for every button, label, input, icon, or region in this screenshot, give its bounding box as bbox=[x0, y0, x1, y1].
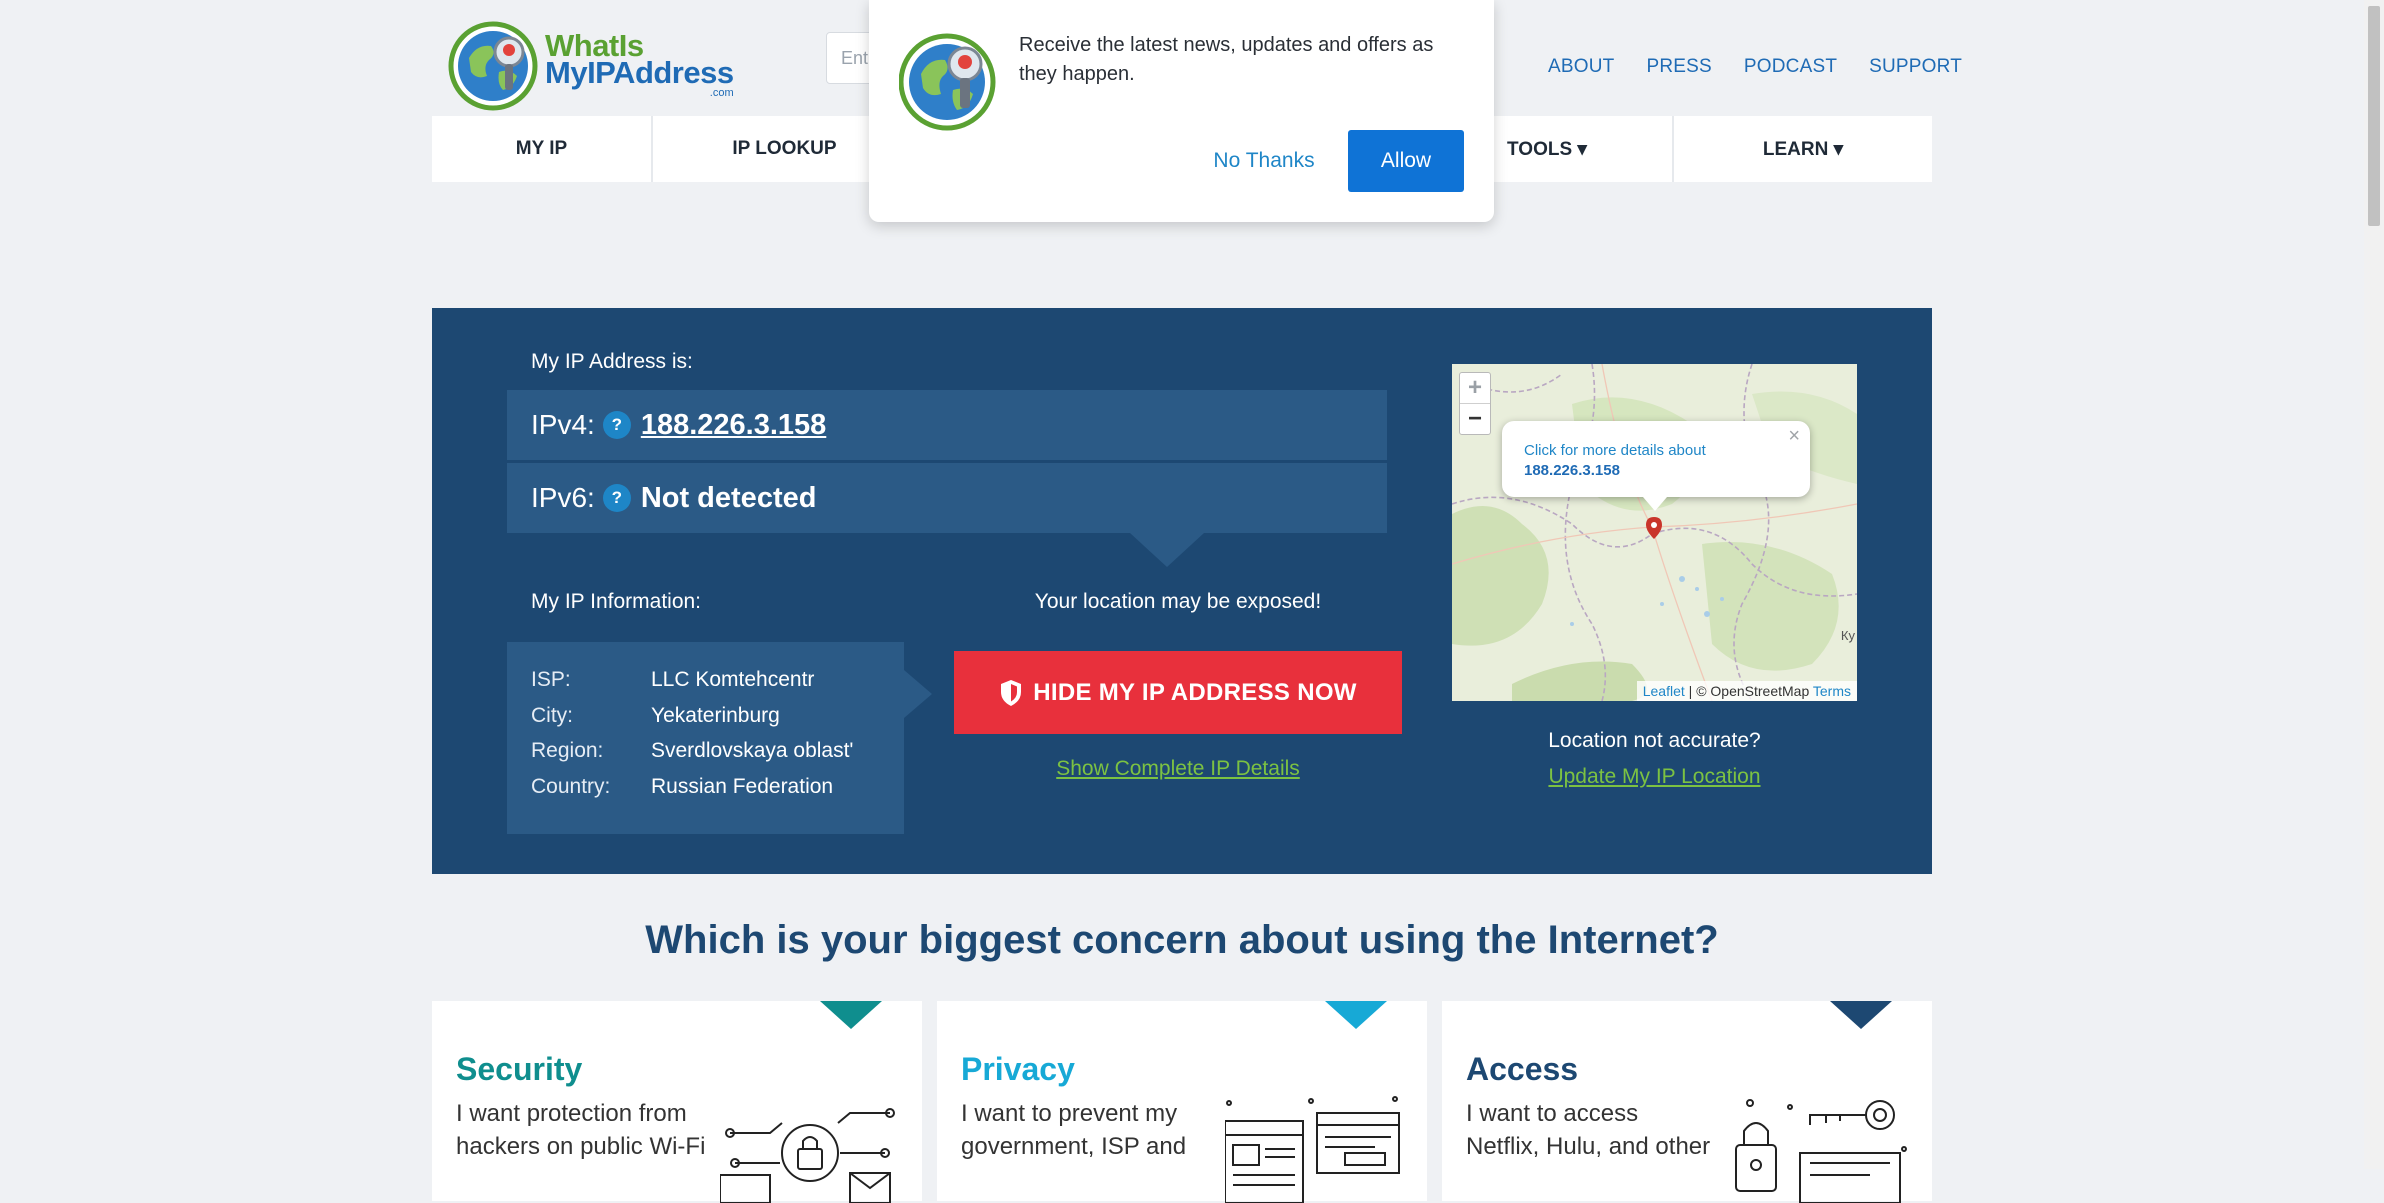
info-key: City: bbox=[531, 703, 573, 727]
ipv6-row: IPv6: ? Not detected bbox=[507, 463, 1387, 533]
nav-learn[interactable]: LEARN ▾ bbox=[1674, 116, 1932, 182]
globe-logo-icon bbox=[899, 33, 996, 131]
card-description: I want protection from hackers on public… bbox=[456, 1100, 706, 1160]
map-marker-icon[interactable] bbox=[1646, 517, 1662, 539]
about-link[interactable]: ABOUT bbox=[1548, 56, 1614, 78]
card-title: Security bbox=[456, 1051, 583, 1087]
ipv4-label: IPv4: bbox=[531, 409, 595, 440]
nav-my-ip[interactable]: MY IP bbox=[432, 116, 653, 182]
info-key: ISP: bbox=[531, 668, 571, 691]
exposed-warning: Your location may be exposed! bbox=[1034, 590, 1322, 613]
zoom-out-button[interactable]: − bbox=[1460, 404, 1490, 434]
card-flag bbox=[1325, 1001, 1387, 1029]
show-complete-details-link[interactable]: Show Complete IP Details bbox=[954, 757, 1402, 781]
notification-message: Receive the latest news, updates and off… bbox=[1019, 34, 1434, 85]
info-value: Yekaterinburg bbox=[651, 703, 780, 727]
access-card[interactable]: Access I want to access Netflix, Hulu, a… bbox=[1442, 1001, 1932, 1203]
map-popup-line-1: Click for more details about bbox=[1524, 442, 1706, 459]
page-scrollbar[interactable] bbox=[2364, 0, 2384, 1169]
site-logo[interactable]: WhatIs MyIPAddress .com bbox=[447, 20, 734, 112]
ipv4-value-link[interactable]: 188.226.3.158 bbox=[641, 409, 826, 442]
support-link[interactable]: SUPPORT bbox=[1869, 56, 1962, 78]
info-row-isp: ISP: LLC Komtehcentr bbox=[531, 668, 853, 704]
hide-my-ip-button[interactable]: HIDE MY IP ADDRESS NOW bbox=[954, 651, 1402, 734]
logo-wordmark: WhatIs MyIPAddress .com bbox=[545, 30, 734, 98]
info-key: Region: bbox=[531, 739, 604, 762]
key-lock-icon bbox=[1735, 1099, 1907, 1203]
ipv4-row: IPv4: ? 188.226.3.158 bbox=[507, 390, 1387, 460]
zoom-in-button[interactable]: + bbox=[1460, 373, 1490, 404]
ip-heading: My IP Address is: bbox=[531, 350, 693, 373]
allow-button[interactable]: Allow bbox=[1348, 130, 1464, 192]
hide-my-ip-label: HIDE MY IP ADDRESS NOW bbox=[1033, 678, 1357, 706]
location-map[interactable]: + − Click for more details about 188.226… bbox=[1452, 364, 1857, 701]
close-icon[interactable]: × bbox=[1788, 425, 1800, 448]
terms-link[interactable]: Terms bbox=[1813, 683, 1851, 699]
card-flag bbox=[1830, 1001, 1892, 1029]
help-icon[interactable]: ? bbox=[602, 411, 631, 439]
leaflet-link[interactable]: Leaflet bbox=[1643, 683, 1685, 699]
info-value: Sverdlovskaya oblast' bbox=[651, 739, 854, 762]
press-link[interactable]: PRESS bbox=[1646, 56, 1711, 78]
map-popup-ip[interactable]: 188.226.3.158 bbox=[1524, 462, 1620, 479]
info-value: LLC Komtehcentr bbox=[651, 668, 815, 691]
ipv6-label: IPv6: bbox=[531, 482, 595, 513]
globe-logo-icon bbox=[448, 21, 538, 111]
info-heading: My IP Information: bbox=[531, 590, 702, 613]
map-popup[interactable]: Click for more details about 188.226.3.1… bbox=[1502, 421, 1810, 497]
osm-attribution: | © OpenStreetMap bbox=[1684, 683, 1813, 699]
shield-icon bbox=[1001, 679, 1022, 706]
concern-heading: Which is your biggest concern about usin… bbox=[645, 918, 1719, 962]
info-row-city: City: Yekaterinburg bbox=[531, 704, 853, 740]
top-links: ABOUT PRESS PODCAST SUPPORT bbox=[1548, 56, 1994, 78]
map-place-label: Ку bbox=[1840, 628, 1855, 643]
info-row-region: Region: Sverdlovskaya oblast' bbox=[531, 739, 853, 775]
info-key: Country: bbox=[531, 774, 611, 798]
map-popup-tip bbox=[1643, 497, 1667, 511]
update-location-link[interactable]: Update My IP Location bbox=[1452, 765, 1857, 789]
info-value: Russian Federation bbox=[651, 774, 834, 798]
privacy-card[interactable]: Privacy I want to prevent my government,… bbox=[937, 1001, 1427, 1203]
info-box-pointer bbox=[904, 670, 932, 718]
security-card[interactable]: Security I want protection from hackers … bbox=[432, 1001, 922, 1203]
ip-row-pointer bbox=[1130, 533, 1204, 567]
podcast-link[interactable]: PODCAST bbox=[1744, 56, 1837, 78]
location-question: Location not accurate? bbox=[1548, 729, 1761, 752]
card-flag bbox=[820, 1001, 882, 1029]
ipv6-value: Not detected bbox=[640, 481, 817, 514]
map-zoom-controls: + − bbox=[1459, 372, 1491, 435]
lock-network-icon bbox=[720, 1108, 895, 1203]
map-attribution: Leaflet | © OpenStreetMap Terms bbox=[1636, 681, 1857, 701]
logo-line-2: MyIPAddress bbox=[545, 55, 734, 91]
card-description: I want to prevent my government, ISP and bbox=[961, 1100, 1187, 1160]
card-title: Privacy bbox=[961, 1051, 1075, 1087]
info-row-country: Country: Russian Federation bbox=[531, 775, 853, 811]
card-description: I want to access Netflix, Hulu, and othe… bbox=[1466, 1100, 1711, 1160]
scrollbar-thumb[interactable] bbox=[2368, 6, 2380, 226]
help-icon[interactable]: ? bbox=[602, 484, 631, 512]
browser-windows-icon bbox=[1225, 1096, 1400, 1203]
no-thanks-button[interactable]: No Thanks bbox=[1190, 130, 1338, 192]
ip-info-list: ISP: LLC Komtehcentr City: Yekaterinburg R… bbox=[531, 668, 853, 810]
card-title: Access bbox=[1466, 1051, 1579, 1087]
push-notification-prompt: Receive the latest news, updates and off… bbox=[869, 0, 1494, 222]
